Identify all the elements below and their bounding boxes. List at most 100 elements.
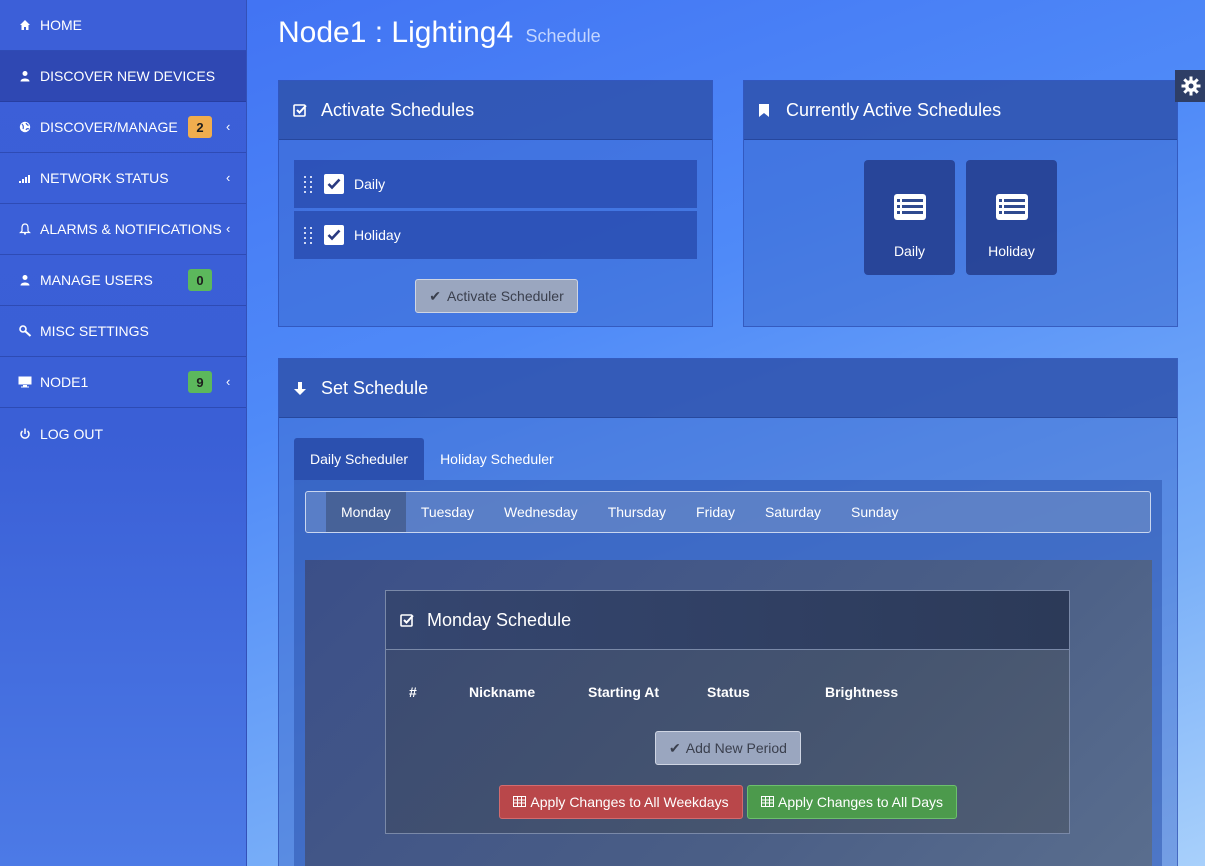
button-label: Apply Changes to All Weekdays bbox=[530, 794, 729, 810]
power-icon bbox=[18, 427, 32, 441]
settings-gear-button[interactable] bbox=[1175, 70, 1205, 102]
globe-icon bbox=[18, 120, 32, 134]
column-header-starting-at: Starting At bbox=[588, 684, 660, 700]
column-header-number: # bbox=[409, 684, 417, 700]
page-subtitle: Schedule bbox=[525, 26, 601, 46]
sidebar-item-label: HOME bbox=[40, 17, 82, 33]
tab-friday[interactable]: Friday bbox=[681, 492, 750, 532]
schedule-label: Daily bbox=[354, 176, 386, 192]
add-new-period-button[interactable]: ✔ Add New Period bbox=[655, 731, 801, 765]
drag-handle-icon[interactable] bbox=[304, 226, 314, 244]
check-icon: ✔ bbox=[429, 287, 441, 304]
user-icon bbox=[18, 69, 32, 83]
count-badge: 0 bbox=[188, 269, 212, 291]
chevron-left-icon: ‹ bbox=[226, 119, 231, 134]
button-label: Apply Changes to All Days bbox=[778, 794, 943, 810]
panel-header: Activate Schedules bbox=[279, 81, 712, 140]
holiday-checkbox[interactable] bbox=[324, 225, 344, 245]
tab-tuesday[interactable]: Tuesday bbox=[406, 492, 489, 532]
sidebar-item-label: MISC SETTINGS bbox=[40, 323, 149, 339]
panel-header: Currently Active Schedules bbox=[744, 81, 1177, 140]
panel-title: Monday Schedule bbox=[427, 609, 572, 630]
active-schedule-tile-daily[interactable]: Daily bbox=[864, 160, 955, 275]
panel-header: Monday Schedule bbox=[386, 591, 1069, 650]
check-icon: ✔ bbox=[669, 739, 681, 756]
schedule-row-holiday[interactable]: Holiday bbox=[294, 211, 697, 259]
wrench-icon bbox=[18, 324, 32, 338]
sidebar-item-label: NETWORK STATUS bbox=[40, 170, 169, 186]
page-title: Node1 : Lighting4 Schedule bbox=[278, 16, 601, 50]
sidebar-item-label: NODE1 bbox=[40, 374, 89, 390]
column-header-status: Status bbox=[707, 684, 750, 700]
signal-icon bbox=[18, 171, 32, 185]
apply-all-days-button[interactable]: Apply Changes to All Days bbox=[747, 785, 957, 819]
chevron-left-icon: ‹ bbox=[226, 374, 231, 389]
sidebar-item-label: LOG OUT bbox=[40, 425, 104, 442]
tab-wednesday[interactable]: Wednesday bbox=[489, 492, 593, 532]
bookmark-icon bbox=[758, 103, 774, 118]
button-label: Activate Scheduler bbox=[447, 288, 564, 304]
tile-label: Holiday bbox=[988, 243, 1035, 259]
tab-thursday[interactable]: Thursday bbox=[593, 492, 681, 532]
schedule-label: Holiday bbox=[354, 227, 401, 243]
check-square-icon bbox=[293, 103, 309, 118]
monitor-icon bbox=[18, 375, 32, 389]
sidebar-item-discover-new-devices[interactable]: DISCOVER NEW DEVICES bbox=[0, 51, 246, 102]
activate-scheduler-button[interactable]: ✔ Activate Scheduler bbox=[415, 279, 578, 313]
chevron-left-icon: ‹ bbox=[226, 170, 231, 185]
day-content: Monday Schedule # Nickname Starting At S… bbox=[305, 560, 1152, 866]
list-icon bbox=[995, 194, 1028, 220]
scheduler-tabs: Daily Scheduler Holiday Scheduler bbox=[294, 438, 570, 480]
sidebar-item-node1[interactable]: NODE1 9 ‹ bbox=[0, 357, 246, 408]
activate-schedules-panel: Activate Schedules Daily Holiday ✔ Activ… bbox=[278, 80, 713, 327]
panel-title: Activate Schedules bbox=[321, 99, 475, 120]
sidebar-item-label: DISCOVER/MANAGE bbox=[40, 119, 178, 135]
table-icon bbox=[761, 794, 774, 810]
tab-daily-scheduler[interactable]: Daily Scheduler bbox=[294, 438, 425, 480]
tab-monday[interactable]: Monday bbox=[326, 492, 406, 532]
user-icon bbox=[18, 273, 32, 287]
page-title-text: Node1 : Lighting4 bbox=[278, 16, 514, 49]
schedule-row-daily[interactable]: Daily bbox=[294, 160, 697, 208]
sidebar: HOME DISCOVER NEW DEVICES DISCOVER/MANAG… bbox=[0, 0, 247, 866]
count-badge: 2 bbox=[188, 116, 212, 138]
panel-title: Set Schedule bbox=[321, 377, 429, 398]
sidebar-item-home[interactable]: HOME bbox=[0, 0, 246, 51]
column-header-nickname: Nickname bbox=[469, 684, 536, 700]
tile-label: Daily bbox=[893, 243, 926, 259]
sidebar-item-label: ALARMS & NOTIFICATIONS bbox=[40, 221, 222, 237]
tab-sunday[interactable]: Sunday bbox=[836, 492, 913, 532]
currently-active-panel: Currently Active Schedules Daily Holiday bbox=[743, 80, 1178, 327]
sidebar-item-label: MANAGE USERS bbox=[40, 272, 153, 288]
count-badge: 9 bbox=[188, 371, 212, 393]
sidebar-item-discover-manage[interactable]: DISCOVER/MANAGE 2 ‹ bbox=[0, 102, 246, 153]
panel-title: Currently Active Schedules bbox=[786, 99, 1002, 120]
monday-schedule-panel: Monday Schedule # Nickname Starting At S… bbox=[385, 590, 1070, 834]
sidebar-item-log-out[interactable]: LOG OUT bbox=[0, 408, 246, 459]
column-header-brightness: Brightness bbox=[825, 684, 899, 700]
tab-holiday-scheduler[interactable]: Holiday Scheduler bbox=[424, 438, 570, 480]
arrow-down-icon bbox=[293, 381, 309, 396]
chevron-left-icon: ‹ bbox=[226, 221, 231, 236]
tab-content: Monday Tuesday Wednesday Thursday Friday… bbox=[294, 480, 1162, 866]
drag-handle-icon[interactable] bbox=[304, 175, 314, 193]
panel-header: Set Schedule bbox=[279, 359, 1177, 418]
sidebar-item-network-status[interactable]: NETWORK STATUS ‹ bbox=[0, 153, 246, 204]
gear-icon bbox=[1181, 76, 1201, 96]
apply-weekdays-button[interactable]: Apply Changes to All Weekdays bbox=[499, 785, 743, 819]
sidebar-item-misc-settings[interactable]: MISC SETTINGS bbox=[0, 306, 246, 357]
set-schedule-panel: Set Schedule Daily Scheduler Holiday Sch… bbox=[278, 358, 1178, 866]
bell-icon bbox=[18, 222, 32, 236]
sidebar-item-label: DISCOVER NEW DEVICES bbox=[40, 68, 216, 84]
tab-saturday[interactable]: Saturday bbox=[750, 492, 836, 532]
button-label: Add New Period bbox=[685, 740, 787, 756]
table-icon bbox=[513, 794, 527, 810]
daily-checkbox[interactable] bbox=[324, 174, 344, 194]
check-square-icon bbox=[400, 613, 415, 628]
home-icon bbox=[18, 18, 32, 32]
sidebar-item-manage-users[interactable]: MANAGE USERS 0 bbox=[0, 255, 246, 306]
sidebar-item-alarms[interactable]: ALARMS & NOTIFICATIONS ‹ bbox=[0, 204, 246, 255]
list-icon bbox=[893, 194, 926, 220]
day-tabs: Monday Tuesday Wednesday Thursday Friday… bbox=[305, 491, 1151, 533]
active-schedule-tile-holiday[interactable]: Holiday bbox=[966, 160, 1057, 275]
